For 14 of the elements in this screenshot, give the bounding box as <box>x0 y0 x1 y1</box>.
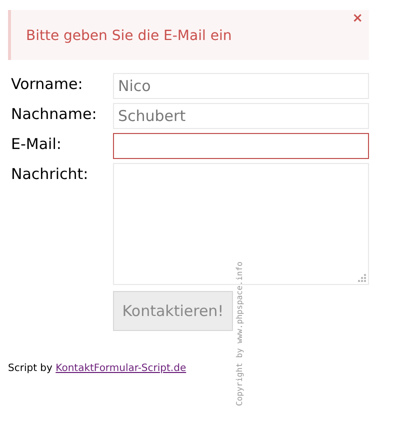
field-label: Nachname: <box>11 104 98 125</box>
submit-button[interactable]: Kontaktieren! <box>113 291 233 331</box>
copyright-text: Copyright by www.phpspace.info <box>234 260 245 406</box>
text-input-field[interactable]: Nico <box>113 73 369 99</box>
credit-link[interactable]: KontaktFormular-Script.de <box>56 363 186 374</box>
credit-text: Script by <box>8 363 52 374</box>
field-label: E-Mail: <box>11 134 62 155</box>
field-label: Nachricht: <box>11 164 90 185</box>
close-button[interactable]: × <box>352 12 363 25</box>
text-input-field[interactable] <box>113 133 369 159</box>
alert-message: Bitte geben Sie die E-Mail ein <box>26 26 232 46</box>
resize-grip-icon[interactable] <box>357 273 366 282</box>
field-label: Vorname: <box>11 74 84 95</box>
text-input-field[interactable]: Schubert <box>113 103 369 129</box>
